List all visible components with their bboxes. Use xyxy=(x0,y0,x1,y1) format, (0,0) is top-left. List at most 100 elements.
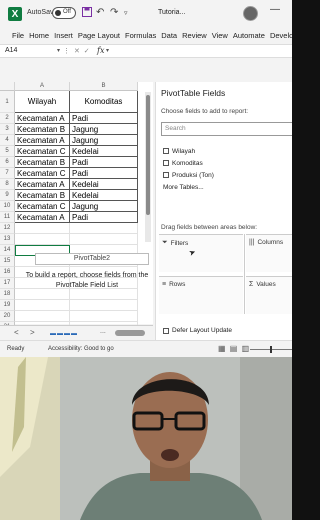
name-box[interactable]: A14 ▾ xyxy=(5,47,60,57)
column-header-a[interactable]: A xyxy=(15,82,70,91)
tab-insert[interactable]: Insert xyxy=(54,31,73,40)
values-area[interactable]: Σ Values xyxy=(246,276,292,314)
filters-area[interactable]: ⏷ Filters xyxy=(159,234,243,272)
grid-cell[interactable]: Kecamatan A xyxy=(15,212,70,223)
tab-developer[interactable]: Developer xyxy=(270,31,292,40)
checkbox-icon[interactable] xyxy=(163,148,169,154)
tab-page-layout[interactable]: Page Layout xyxy=(78,31,120,40)
grid-cell[interactable] xyxy=(15,223,70,234)
grid-cell[interactable]: Kecamatan B xyxy=(15,124,70,135)
minimize-icon[interactable]: — xyxy=(270,4,280,15)
grid-cell[interactable] xyxy=(15,300,70,311)
grid-cell[interactable] xyxy=(15,311,70,322)
grid-cell[interactable] xyxy=(70,223,138,234)
grid-cell[interactable]: Jagung xyxy=(70,124,138,135)
worksheet-grid[interactable]: A B 1 Wilayah Komoditas 2 Kecamatan A Padi 3 Ke… xyxy=(0,82,153,333)
function-icon[interactable]: fx xyxy=(97,46,104,55)
tab-view[interactable]: View xyxy=(212,31,228,40)
vertical-scrollbar[interactable] xyxy=(145,92,151,242)
tab-review[interactable]: Review xyxy=(182,31,207,40)
scrollbar-thumb[interactable] xyxy=(146,95,150,215)
sheet-tabs[interactable]: ▬▬▬▬ xyxy=(50,331,78,337)
chevron-down-icon[interactable]: ▾ xyxy=(57,47,60,54)
grid-cell[interactable]: Kecamatan B xyxy=(15,157,70,168)
row-number[interactable]: 15 xyxy=(0,256,15,267)
field-wilayah[interactable]: Wilayah xyxy=(163,146,195,156)
grid-cell[interactable] xyxy=(70,300,138,311)
select-all-corner[interactable] xyxy=(0,82,15,91)
zoom-thumb[interactable] xyxy=(270,346,272,353)
save-icon[interactable] xyxy=(82,7,92,20)
columns-area[interactable]: ||| Columns xyxy=(246,234,292,272)
row-number[interactable]: 10 xyxy=(0,201,15,212)
autosave-toggle[interactable]: Off xyxy=(52,7,76,19)
field-produksi[interactable]: Produksi (Ton) xyxy=(163,170,214,180)
grid-cell[interactable]: Kecamatan B xyxy=(15,190,70,201)
grid-cell[interactable] xyxy=(70,234,138,245)
customize-icon[interactable]: ▿ xyxy=(124,9,128,17)
grid-cell[interactable]: Wilayah xyxy=(15,91,70,113)
grid-cell[interactable]: Kecamatan C xyxy=(15,146,70,157)
grid-cell[interactable]: Padi xyxy=(70,168,138,179)
row-number[interactable]: 14 xyxy=(0,245,15,256)
row-number[interactable]: 2 xyxy=(0,113,15,124)
grid-cell[interactable]: Kedelai xyxy=(70,146,138,157)
grid-cell[interactable]: Kecamatan C xyxy=(15,201,70,212)
row-number[interactable]: 5 xyxy=(0,146,15,157)
grid-cell[interactable] xyxy=(70,311,138,322)
grid-cell[interactable]: Padi xyxy=(70,157,138,168)
grid-cell[interactable]: Padi xyxy=(70,212,138,223)
row-number[interactable]: 18 xyxy=(0,289,15,300)
grid-cell[interactable]: Kecamatan A xyxy=(15,179,70,190)
row-number[interactable]: 11 xyxy=(0,212,15,223)
grid-cell[interactable]: Jagung xyxy=(70,201,138,212)
more-tables-link[interactable]: More Tables... xyxy=(163,184,204,191)
row-number[interactable]: 4 xyxy=(0,135,15,146)
redo-icon[interactable]: ↷ xyxy=(110,7,118,18)
checkbox-icon[interactable] xyxy=(163,160,169,166)
tab-file[interactable]: File xyxy=(12,31,24,40)
defer-layout-update[interactable]: Defer Layout Update xyxy=(163,327,232,334)
document-title[interactable]: Tutoria... xyxy=(158,9,185,16)
grid-cell[interactable]: Jagung xyxy=(70,135,138,146)
next-sheet-icon[interactable]: > xyxy=(30,328,35,337)
tab-home[interactable]: Home xyxy=(29,31,49,40)
undo-icon[interactable]: ↶ xyxy=(96,7,104,18)
grid-cell[interactable]: Komoditas xyxy=(70,91,138,113)
field-search-input[interactable]: Search xyxy=(161,122,292,136)
row-number[interactable]: 19 xyxy=(0,300,15,311)
row-number[interactable]: 13 xyxy=(0,234,15,245)
pivot-placeholder-title[interactable]: PivotTable2 xyxy=(35,253,149,265)
checkbox-icon[interactable] xyxy=(163,327,169,334)
row-number[interactable]: 17 xyxy=(0,278,15,289)
row-number[interactable]: 20 xyxy=(0,311,15,322)
row-number[interactable]: 6 xyxy=(0,157,15,168)
field-komoditas[interactable]: Komoditas xyxy=(163,158,203,168)
grid-cell[interactable]: Kedelai xyxy=(70,179,138,190)
grid-cell[interactable]: Kecamatan A xyxy=(15,113,70,124)
formula-expand-icon[interactable]: ▾ xyxy=(106,47,109,54)
row-number[interactable]: 8 xyxy=(0,179,15,190)
accessibility-status[interactable]: Accessibility: Good to go xyxy=(48,346,114,352)
prev-sheet-icon[interactable]: < xyxy=(14,328,19,337)
horizontal-scrollbar[interactable] xyxy=(115,330,145,336)
row-number[interactable]: 16 xyxy=(0,267,15,278)
rows-area[interactable]: ≡ Rows xyxy=(159,276,243,314)
column-header-b[interactable]: B xyxy=(70,82,138,91)
grid-cell[interactable]: Padi xyxy=(70,113,138,124)
grid-cell[interactable]: Kecamatan C xyxy=(15,168,70,179)
view-buttons[interactable]: ▦ ▤ ▥ xyxy=(218,344,250,353)
grid-cell[interactable]: Kedelai xyxy=(70,190,138,201)
grid-cell[interactable] xyxy=(15,234,70,245)
checkbox-icon[interactable] xyxy=(163,172,169,178)
tab-data[interactable]: Data xyxy=(161,31,177,40)
tab-automate[interactable]: Automate xyxy=(233,31,265,40)
row-number[interactable]: 3 xyxy=(0,124,15,135)
row-number[interactable]: 9 xyxy=(0,190,15,201)
zoom-slider[interactable] xyxy=(250,346,292,353)
row-number[interactable]: 7 xyxy=(0,168,15,179)
more-sheets-icon[interactable]: ... xyxy=(100,328,106,335)
user-avatar[interactable] xyxy=(243,6,258,21)
tab-formulas[interactable]: Formulas xyxy=(125,31,156,40)
row-number[interactable]: 1 xyxy=(0,91,15,113)
